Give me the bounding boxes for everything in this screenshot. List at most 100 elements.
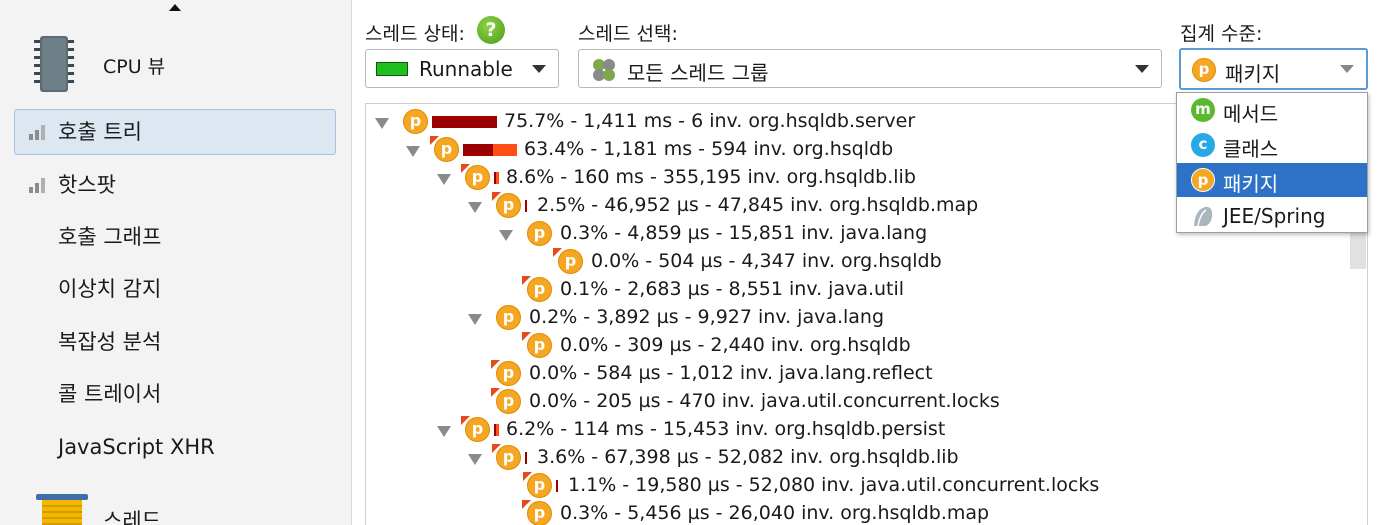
scroll-up-arrow-icon[interactable]: [169, 4, 181, 11]
package-icon: p: [1191, 168, 1215, 192]
thread-selection-select[interactable]: 모든 스레드 그룹: [578, 49, 1162, 88]
method-icon: m: [1191, 98, 1215, 122]
jee-spring-icon: [1194, 206, 1213, 227]
sidebar-item-call-tree[interactable]: 호출 트리: [14, 109, 336, 155]
aggregation-option-class[interactable]: c 클래스: [1177, 128, 1367, 162]
tree-row[interactable]: p 1.1% - 19,580 µs - 52,080 inv. java.uti…: [490, 472, 1367, 500]
package-icon: p: [527, 501, 552, 525]
expand-toggle-icon[interactable]: [437, 426, 451, 437]
thread-selection-value: 모든 스레드 그룹: [627, 61, 769, 85]
sidebar-item-label: JavaScript XHR: [58, 435, 215, 459]
option-label: JEE/Spring: [1223, 204, 1326, 228]
package-icon: p: [403, 109, 428, 134]
aggregation-level-select[interactable]: p 패키지: [1179, 48, 1368, 90]
tree-row[interactable]: p 75.7% - 1,411 ms - 6 inv. org.hsqldb.se…: [366, 108, 1266, 136]
package-icon: p: [558, 249, 583, 274]
tree-row[interactable]: p 0.3% - 5,456 µs - 26,040 inv. org.hsqld…: [490, 500, 1367, 525]
aggregation-option-package[interactable]: p 패키지: [1177, 163, 1367, 197]
thread-status-select[interactable]: Runnable: [365, 49, 559, 88]
tree-row[interactable]: p 6.2% - 114 ms - 15,453 inv. org.hsqldb.…: [428, 416, 1328, 444]
tree-row[interactable]: p 0.2% - 3,892 µs - 9,927 inv. java.lang: [459, 304, 1359, 332]
threads-label: 스레드: [103, 509, 161, 525]
cpu-view-header[interactable]: CPU 뷰: [0, 28, 352, 100]
thread-status-value: Runnable: [419, 57, 513, 81]
package-icon: p: [496, 305, 521, 330]
package-icon: p: [496, 193, 521, 218]
tree-row[interactable]: p 0.0% - 309 µs - 2,440 inv. org.hsqldb: [490, 332, 1367, 360]
time-bar: [463, 144, 493, 156]
package-icon: p: [527, 473, 552, 498]
tree-row[interactable]: p 3.6% - 67,398 µs - 52,082 inv. org.hsql…: [459, 444, 1359, 472]
expand-toggle-icon[interactable]: [468, 202, 482, 213]
expand-toggle-icon[interactable]: [499, 230, 513, 241]
thread-status-label: 스레드 상태:: [365, 23, 465, 45]
sidebar-item-outlier-detection[interactable]: 이상치 감지: [14, 266, 336, 312]
tree-node-label: 0.0% - 309 µs - 2,440 inv. org.hsqldb: [560, 334, 911, 356]
expand-toggle-icon[interactable]: [406, 146, 420, 157]
package-icon: p: [434, 137, 459, 162]
tree-node-label: 0.0% - 504 µs - 4,347 inv. org.hsqldb: [591, 250, 942, 272]
self-time-bar: [496, 424, 499, 436]
tree-row[interactable]: p 0.0% - 504 µs - 4,347 inv. org.hsqldb: [521, 248, 1367, 276]
tree-node-label: 0.0% - 584 µs - 1,012 inv. java.lang.ref…: [529, 362, 933, 384]
sidebar-item-label: 호출 그래프: [58, 225, 162, 249]
sidebar-item-javascript-xhr[interactable]: JavaScript XHR: [14, 424, 336, 470]
bar-chart-icon: [29, 178, 45, 193]
threads-view-header[interactable]: 스레드: [0, 488, 352, 525]
aggregation-option-jee-spring[interactable]: JEE/Spring: [1177, 199, 1367, 233]
sidebar-item-complexity-analysis[interactable]: 복잡성 분석: [14, 319, 336, 365]
chevron-down-icon: [1135, 65, 1149, 73]
tree-node-label: 3.6% - 67,398 µs - 52,082 inv. org.hsqld…: [537, 446, 959, 468]
sidebar-item-call-tracer[interactable]: 콜 트레이서: [14, 371, 336, 417]
sidebar-item-call-graph[interactable]: 호출 그래프: [14, 214, 336, 260]
package-icon: p: [496, 389, 521, 414]
thread-selection-label: 스레드 선택:: [578, 23, 678, 45]
tree-node-label: 0.1% - 2,683 µs - 8,551 inv. java.util: [560, 278, 905, 300]
tree-node-label: 6.2% - 114 ms - 15,453 inv. org.hsqldb.p…: [506, 418, 946, 440]
chevron-down-icon: [1340, 65, 1354, 73]
expand-toggle-icon[interactable]: [437, 174, 451, 185]
time-bar: [432, 116, 497, 128]
package-icon: p: [527, 277, 552, 302]
sidebar-item-label: 복잡성 분석: [58, 330, 162, 354]
tree-row[interactable]: p 0.0% - 584 µs - 1,012 inv. java.lang.re…: [459, 360, 1359, 388]
expand-toggle-icon[interactable]: [468, 454, 482, 465]
expand-toggle-icon[interactable]: [375, 118, 389, 129]
tree-node-label: 2.5% - 46,952 µs - 47,845 inv. org.hsqld…: [537, 194, 979, 216]
self-time-bar: [493, 144, 517, 156]
sidebar-item-label: 콜 트레이서: [58, 382, 162, 406]
tree-node-label: 63.4% - 1,181 ms - 594 inv. org.hsqldb: [524, 138, 894, 160]
sidebar-item-label: 이상치 감지: [58, 277, 162, 301]
package-icon: p: [527, 333, 552, 358]
self-time-bar: [496, 172, 499, 184]
tree-row[interactable]: p 0.0% - 205 µs - 470 inv. java.util.conc…: [459, 388, 1359, 416]
cpu-view-label: CPU 뷰: [103, 56, 166, 78]
expand-toggle-icon[interactable]: [468, 314, 482, 325]
aggregation-level-label: 집계 수준:: [1180, 23, 1263, 45]
package-icon: p: [496, 361, 521, 386]
tree-node-label: 8.6% - 160 ms - 355,195 inv. org.hsqldb.…: [506, 166, 916, 188]
sidebar-item-hotspots[interactable]: 핫스팟: [14, 162, 336, 208]
class-icon: c: [1191, 133, 1215, 157]
sidebar-item-label: 호출 트리: [58, 120, 142, 144]
package-icon: p: [527, 221, 552, 246]
help-icon[interactable]: ?: [477, 16, 505, 44]
time-bar: [525, 452, 527, 464]
aggregation-level-value: 패키지: [1225, 62, 1281, 86]
aggregation-option-method[interactable]: m 메서드: [1177, 93, 1367, 127]
tree-node-label: 0.2% - 3,892 µs - 9,927 inv. java.lang: [529, 306, 885, 328]
package-icon: p: [496, 445, 521, 470]
aggregation-level-dropdown: m 메서드 c 클래스 p 패키지 JEE/Spring: [1176, 92, 1368, 233]
package-icon: p: [465, 165, 490, 190]
time-bar: [556, 480, 558, 492]
tree-node-label: 0.3% - 4,859 µs - 15,851 inv. java.lang: [560, 222, 928, 244]
sidebar-item-label: 핫스팟: [58, 173, 116, 197]
tree-node-label: 75.7% - 1,411 ms - 6 inv. org.hsqldb.ser…: [504, 110, 916, 132]
tree-row[interactable]: p 0.1% - 2,683 µs - 8,551 inv. java.util: [490, 276, 1367, 304]
tree-row[interactable]: p 63.4% - 1,181 ms - 594 inv. org.hsqldb: [397, 136, 1297, 164]
cpu-chip-icon: [34, 36, 74, 92]
runnable-color-swatch: [376, 62, 408, 76]
sidebar: CPU 뷰 호출 트리 핫스팟 호출 그래프 이상치 감지 복잡성 분석 콜 트…: [0, 0, 352, 525]
option-label: 패키지: [1223, 172, 1279, 196]
thread-group-icon: [593, 59, 615, 81]
